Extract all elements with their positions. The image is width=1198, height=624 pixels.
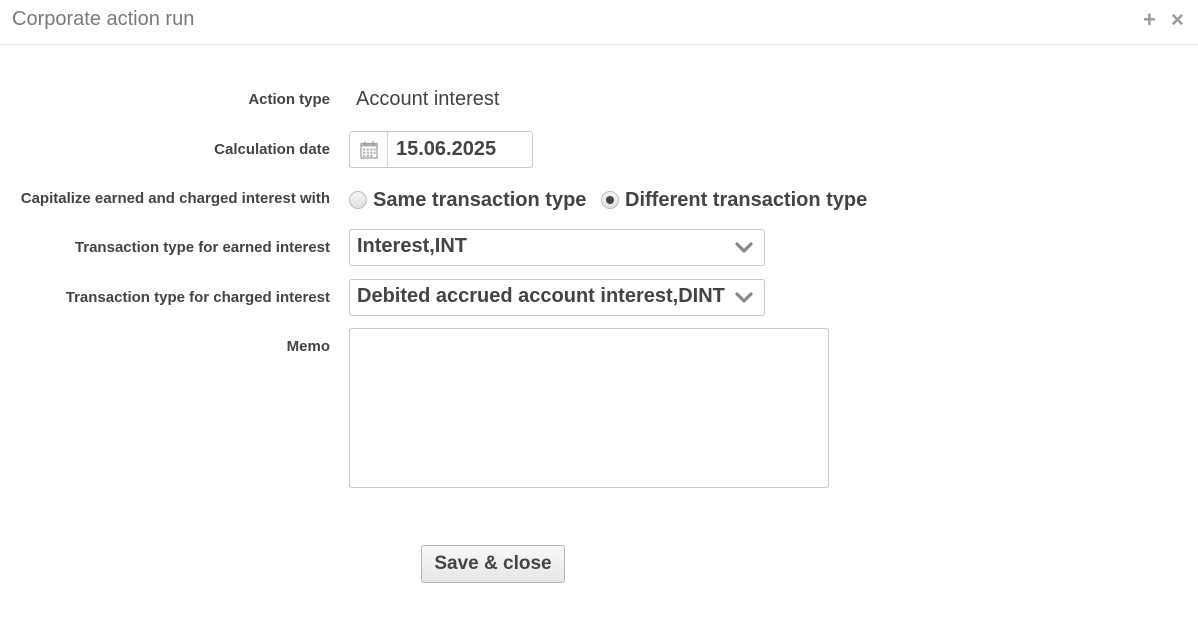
earned-interest-label: Transaction type for earned interest [74,239,330,256]
radio-different-transaction-type[interactable]: Different transaction type [601,186,867,214]
calculation-date-label: Calculation date [214,141,330,158]
charged-interest-label: Transaction type for charged interest [65,289,330,306]
earned-interest-value: Interest,INT [357,235,468,257]
plus-icon[interactable]: + [1143,7,1156,33]
window-titlebar: Corporate action run + × [0,0,1198,45]
chevron-down-icon [735,242,753,253]
action-type-value: Account interest [356,88,500,110]
radio-same-label: Same transaction type [373,188,587,211]
chevron-down-icon [735,292,753,303]
capitalize-label: Capitalize earned and charged interest w… [20,190,330,207]
memo-textarea[interactable] [349,328,829,488]
earned-interest-select[interactable]: Interest,INT [349,229,765,266]
close-icon[interactable]: × [1171,7,1184,33]
charged-interest-value: Debited accrued account interest,DINT [357,285,725,307]
calendar-button[interactable] [350,132,388,167]
save-close-button[interactable]: Save & close [421,545,565,583]
calendar-icon [359,141,378,159]
charged-interest-select[interactable]: Debited accrued account interest,DINT [349,279,765,316]
calculation-date-input[interactable] [388,132,528,167]
radio-different-label: Different transaction type [625,188,868,211]
action-type-label: Action type [248,91,330,108]
radio-same-transaction-type[interactable]: Same transaction type [349,186,586,214]
radio-button-checked[interactable] [601,191,619,209]
window-title: Corporate action run [12,8,195,30]
calculation-date-field [349,131,533,168]
radio-button[interactable] [349,191,367,209]
memo-label: Memo [286,338,330,355]
